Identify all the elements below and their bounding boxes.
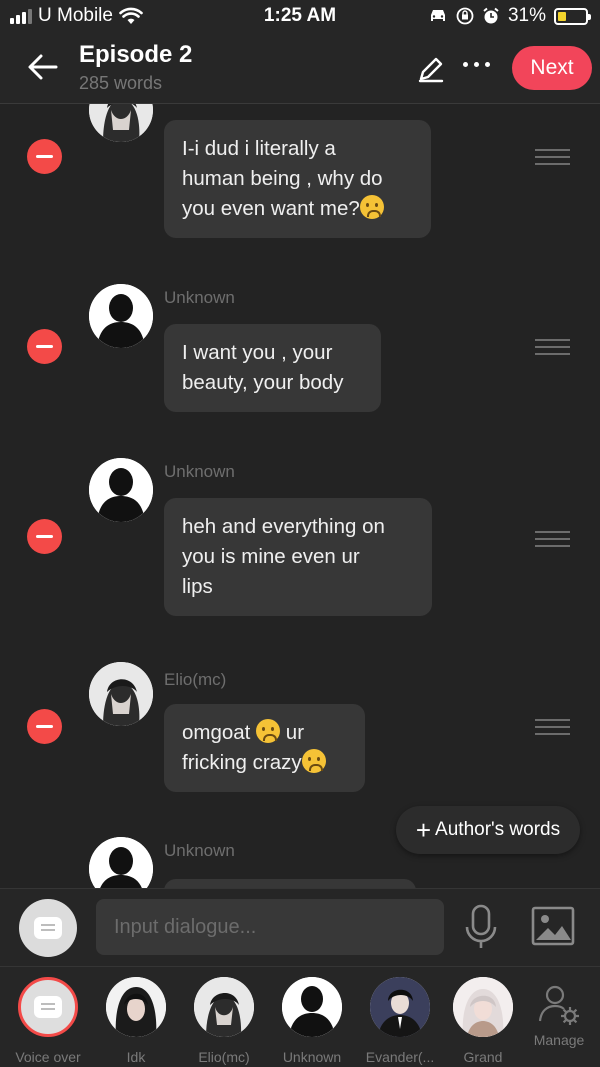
message-bubble[interactable]: heh and everything on you is mine even u… <box>164 498 432 616</box>
character-manage[interactable]: Manage <box>519 977 599 1048</box>
speaker-name: Unknown <box>164 841 235 860</box>
back-arrow-icon[interactable] <box>26 50 60 84</box>
character-idk[interactable]: Idk <box>96 977 176 1065</box>
delete-message-button[interactable] <box>27 329 62 364</box>
drag-handle-icon[interactable] <box>535 339 570 355</box>
confounded-emoji <box>301 749 326 773</box>
speaker-name: Unknown <box>164 462 235 481</box>
plus-icon: + <box>415 815 432 845</box>
avatar-anime-boy <box>89 662 153 726</box>
status-bar: U Mobile 1:25 AM 31% <box>0 0 600 34</box>
character-evander[interactable]: Evander(... <box>360 977 440 1065</box>
dialogue-list[interactable]: I-i dud i literally a human being , why … <box>0 104 600 888</box>
avatar-silhouette <box>282 977 342 1037</box>
character-label: Unknown <box>282 1049 342 1065</box>
avatar-silhouette <box>89 458 153 522</box>
character-label: Voice over <box>15 1049 81 1065</box>
message-line: fricking crazy <box>182 748 347 778</box>
battery-percent: 31% <box>507 5 546 26</box>
message-bubble[interactable] <box>164 879 416 888</box>
next-button[interactable]: Next <box>512 46 592 90</box>
avatar-silhouette <box>89 284 153 348</box>
avatar-white-hair <box>453 977 513 1037</box>
status-right: 31% <box>428 5 591 27</box>
edit-pencil-icon[interactable] <box>416 54 446 84</box>
delete-message-button[interactable] <box>27 519 62 554</box>
character-voice-over[interactable]: Voice over <box>8 977 88 1065</box>
message-bubble[interactable]: I-i dud i literally a human being , why … <box>164 120 431 238</box>
chat-bubble-icon <box>34 917 62 939</box>
microphone-icon[interactable] <box>462 903 500 951</box>
avatar-anime-boy <box>89 104 153 142</box>
drag-handle-icon[interactable] <box>535 531 570 547</box>
character-bar: Voice over Idk Elio(mc) Unknown Evander(… <box>0 966 600 1067</box>
message-line: beauty, your body <box>182 371 344 394</box>
drag-handle-icon[interactable] <box>535 719 570 735</box>
character-label: Idk <box>126 1049 146 1065</box>
manage-user-gear-icon <box>538 985 579 1025</box>
image-icon[interactable] <box>531 906 575 946</box>
avatar-dark-hair <box>106 977 166 1037</box>
alarm-icon <box>483 7 499 24</box>
message-line: heh and everything on <box>182 515 385 538</box>
character-unknown[interactable]: Unknown <box>272 977 352 1065</box>
orientation-lock-icon <box>456 7 474 25</box>
speaker-name: Unknown <box>164 288 235 307</box>
delete-message-button[interactable] <box>27 709 62 744</box>
message-line: you even want me? <box>182 194 413 224</box>
more-options-icon[interactable] <box>463 62 490 67</box>
avatar-silhouette <box>89 837 153 888</box>
message-bubble[interactable]: omgoat ur fricking crazy <box>164 704 365 792</box>
delete-message-button[interactable] <box>27 139 62 174</box>
drag-handle-icon[interactable] <box>535 149 570 165</box>
character-label: Elio(mc) <box>198 1049 250 1065</box>
authors-words-label: Author's words <box>435 819 561 840</box>
battery-icon <box>554 7 591 25</box>
avatar-anime-boy <box>194 977 254 1037</box>
avatar-dark-suit <box>370 977 430 1037</box>
app-header: Episode 2 285 words Next <box>0 34 600 104</box>
message-line: human being , why do <box>182 167 383 190</box>
speaker-name: Elio(mc) <box>164 670 227 689</box>
worried-emoji <box>359 195 384 219</box>
episode-title: Episode 2 <box>79 41 193 68</box>
dialogue-input[interactable] <box>96 899 444 955</box>
message-bubble[interactable]: I want you , your beauty, your body <box>164 324 381 412</box>
message-line: omgoat ur <box>182 719 305 744</box>
character-grand[interactable]: Grand <box>443 977 523 1065</box>
voice-over-avatar <box>18 977 78 1037</box>
word-count: 285 words <box>79 73 163 93</box>
input-bar <box>0 888 600 966</box>
voice-over-toggle[interactable] <box>19 899 77 957</box>
character-label: Evander(... <box>365 1049 435 1065</box>
character-label: Grand <box>463 1049 503 1065</box>
message-line: you is mine even ur <box>182 545 360 568</box>
chat-bubble-icon <box>34 996 62 1018</box>
car-icon <box>430 10 445 21</box>
message-line: lips <box>182 575 213 598</box>
message-line: I-i dud i literally a <box>182 137 336 160</box>
worried-emoji <box>256 719 281 743</box>
character-label: Manage <box>533 1032 585 1048</box>
authors-words-button[interactable]: + Author's words <box>396 806 580 854</box>
message-line: I want you , your <box>182 341 333 364</box>
character-elio[interactable]: Elio(mc) <box>184 977 264 1065</box>
